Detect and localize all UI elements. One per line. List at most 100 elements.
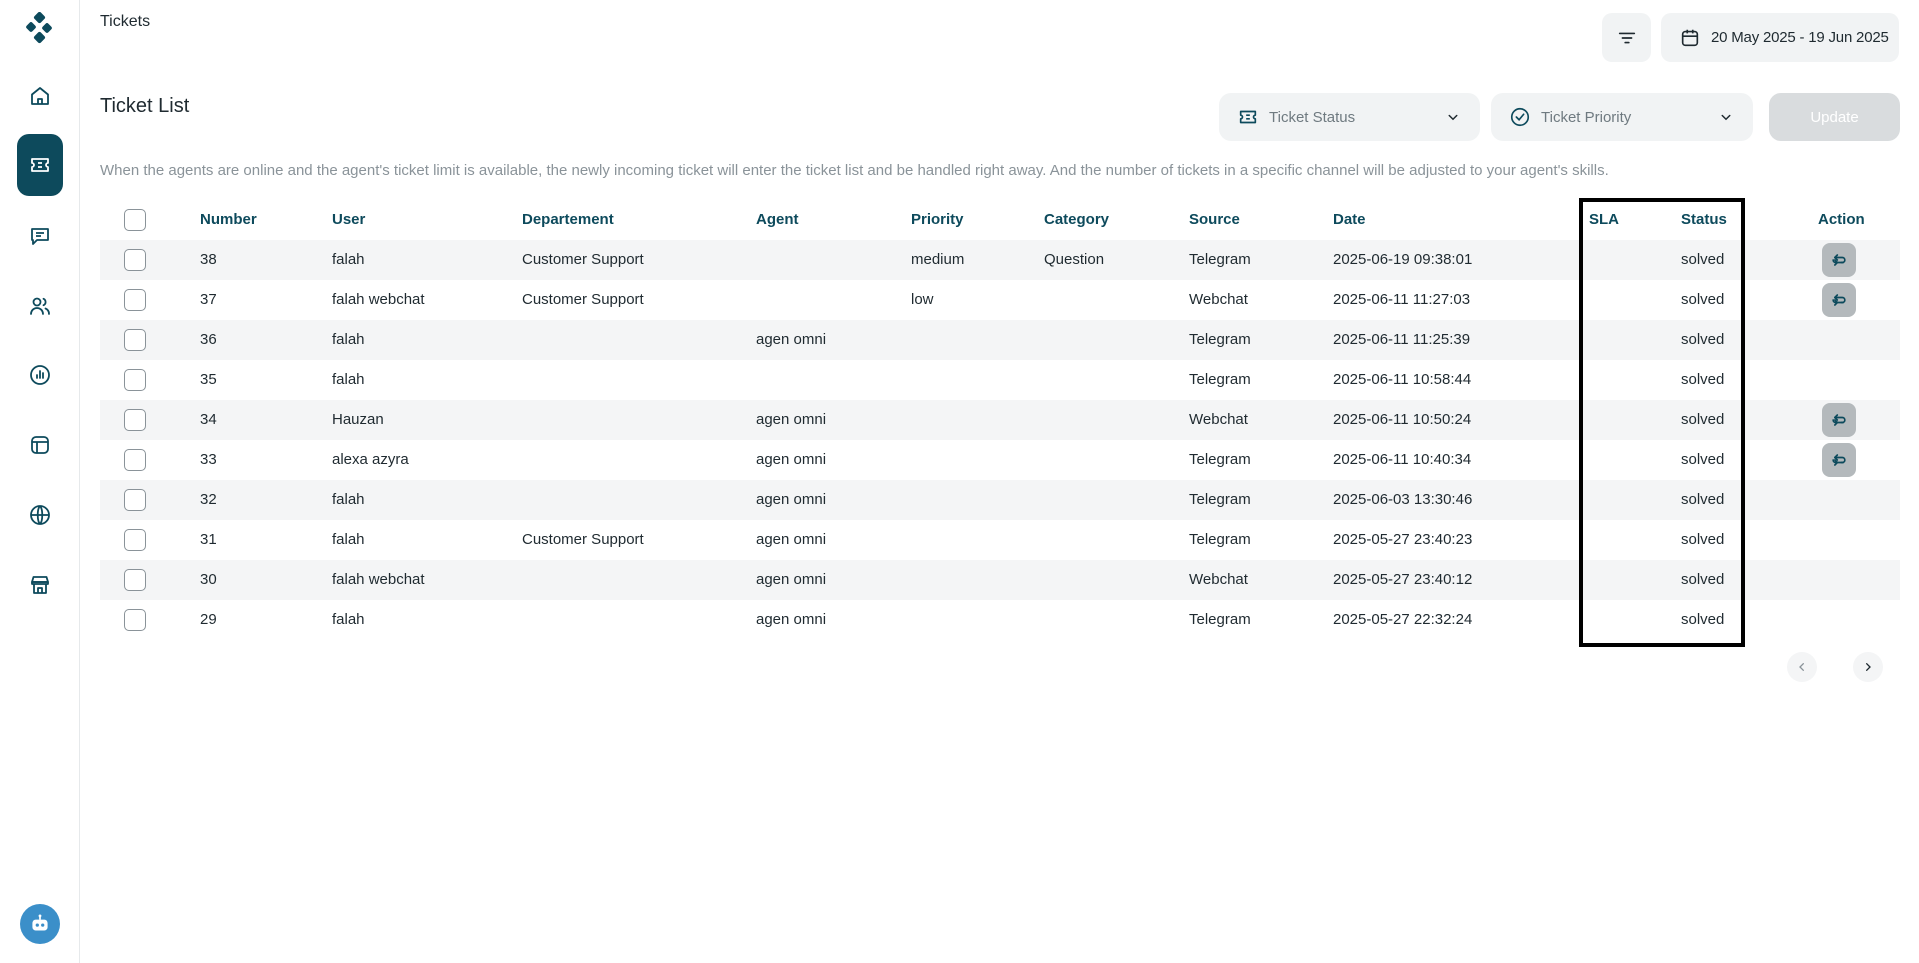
cell-department: Customer Support [522,531,644,548]
column-priority[interactable]: Priority [911,211,964,228]
select-all-checkbox[interactable] [124,209,146,231]
column-status[interactable]: Status [1681,211,1727,228]
ticket-status-select[interactable]: Ticket Status [1219,93,1480,141]
reassign-button[interactable] [1822,403,1856,437]
cell-agent: agen omni [756,531,827,548]
ticket-icon [31,158,49,172]
table-row[interactable]: 36 falah agen omni Telegram 2025-06-11 11:25… [100,320,1900,360]
cell-status: solved [1681,411,1725,428]
row-checkbox[interactable] [124,609,146,631]
cell-source: Webchat [1189,291,1248,308]
column-date[interactable]: Date [1333,211,1366,228]
table-row[interactable]: 35 falah Telegram 2025-06-11 10:58:44 solved [100,360,1900,400]
sidebar-item-contacts[interactable] [17,283,63,329]
sidebar-item-templates[interactable] [17,422,63,468]
ticket-table: Number User Departement Agent Priority C… [100,200,1900,640]
page-title: Tickets [100,13,151,30]
column-number[interactable]: Number [200,211,257,228]
repeat-icon [1832,294,1846,306]
row-checkbox[interactable] [124,489,146,511]
cell-date: 2025-05-27 23:40:12 [1333,571,1473,588]
cell-user: alexa azyra [332,451,409,468]
column-department[interactable]: Departement [522,211,614,228]
cell-number: 33 [200,451,217,468]
table-row[interactable]: 33 alexa azyra agen omni Telegram 2025-06-11… [100,440,1900,480]
store-icon [31,576,49,594]
sidebar [0,0,80,963]
sidebar-item-chat[interactable] [17,213,63,259]
row-checkbox[interactable] [124,409,146,431]
cell-date: 2025-06-03 13:30:46 [1333,491,1473,508]
cell-user: falah webchat [332,571,425,588]
cell-user: falah [332,331,365,348]
cell-status: solved [1681,571,1725,588]
column-sla[interactable]: SLA [1589,211,1619,228]
row-checkbox[interactable] [124,449,146,471]
column-category[interactable]: Category [1044,211,1109,228]
row-checkbox[interactable] [124,569,146,591]
cell-source: Telegram [1189,331,1251,348]
cell-user: falah [332,611,365,628]
home-icon [31,87,49,105]
cell-date: 2025-06-11 10:40:34 [1333,451,1472,468]
cell-source: Telegram [1189,251,1251,268]
cell-priority: medium [911,251,965,268]
pagination-prev-button[interactable] [1787,652,1817,682]
cell-category: Question [1044,251,1105,268]
cell-status: solved [1681,331,1725,348]
cell-status: solved [1681,611,1725,628]
cell-status: solved [1681,251,1725,268]
row-checkbox[interactable] [124,529,146,551]
date-range-picker[interactable]: 20 May 2025 - 19 Jun 2025 [1661,13,1899,62]
table-row[interactable]: 29 falah agen omni Telegram 2025-05-27 22:32… [100,600,1900,640]
cell-source: Webchat [1189,571,1248,588]
globe-icon [30,505,50,525]
table-row[interactable]: 34 Hauzan agen omni Webchat 2025-06-11 10:50… [100,400,1900,440]
column-user[interactable]: User [332,211,365,228]
reassign-button[interactable] [1822,443,1856,477]
sidebar-item-home[interactable] [17,73,63,119]
template-icon [31,436,49,454]
sidebar-item-store[interactable] [17,562,63,608]
chat-icon [31,228,49,245]
cell-agent: agen omni [756,611,827,628]
cell-agent: agen omni [756,451,827,468]
cell-user: Hauzan [332,411,384,428]
cell-number: 34 [200,411,217,428]
cell-source: Telegram [1189,611,1251,628]
logo-icon[interactable] [24,11,56,44]
row-checkbox[interactable] [124,329,146,351]
row-checkbox[interactable] [124,289,146,311]
reassign-button[interactable] [1822,243,1856,277]
row-checkbox[interactable] [124,249,146,271]
robot-icon [32,914,48,931]
sidebar-item-channels[interactable] [17,492,63,538]
table-row[interactable]: 38 falah Customer Support medium Question Tel… [100,240,1900,280]
cell-source: Telegram [1189,491,1251,508]
update-button[interactable]: Update [1769,93,1900,141]
column-source[interactable]: Source [1189,211,1240,228]
sidebar-item-reports[interactable] [17,352,63,398]
filter-button[interactable] [1602,13,1651,62]
table-row[interactable]: 37 falah webchat Customer Support low Webcha… [100,280,1900,320]
bot-avatar[interactable] [20,904,60,944]
cell-date: 2025-06-11 11:27:03 [1333,291,1471,308]
table-row[interactable]: 31 falah Customer Support agen omni Telegram… [100,520,1900,560]
table-row[interactable]: 32 falah agen omni Telegram 2025-06-03 13:30… [100,480,1900,520]
pagination-next-button[interactable] [1853,652,1883,682]
cell-status: solved [1681,451,1725,468]
sidebar-item-tickets[interactable] [17,134,63,196]
chevron-right-icon [1866,663,1871,671]
date-range-label: 20 May 2025 - 19 Jun 2025 [1711,29,1889,46]
cell-agent: agen omni [756,571,827,588]
chevron-left-icon [1799,663,1804,671]
cell-number: 35 [200,371,217,388]
table-body: 38 falah Customer Support medium Question Tel… [100,240,1900,640]
table-row[interactable]: 30 falah webchat agen omni Webchat 2025-05-2… [100,560,1900,600]
cell-user: falah [332,251,365,268]
row-checkbox[interactable] [124,369,146,391]
column-agent[interactable]: Agent [756,211,799,228]
ticket-priority-select[interactable]: Ticket Priority [1491,93,1753,141]
cell-date: 2025-06-11 10:50:24 [1333,411,1472,428]
reassign-button[interactable] [1822,283,1856,317]
